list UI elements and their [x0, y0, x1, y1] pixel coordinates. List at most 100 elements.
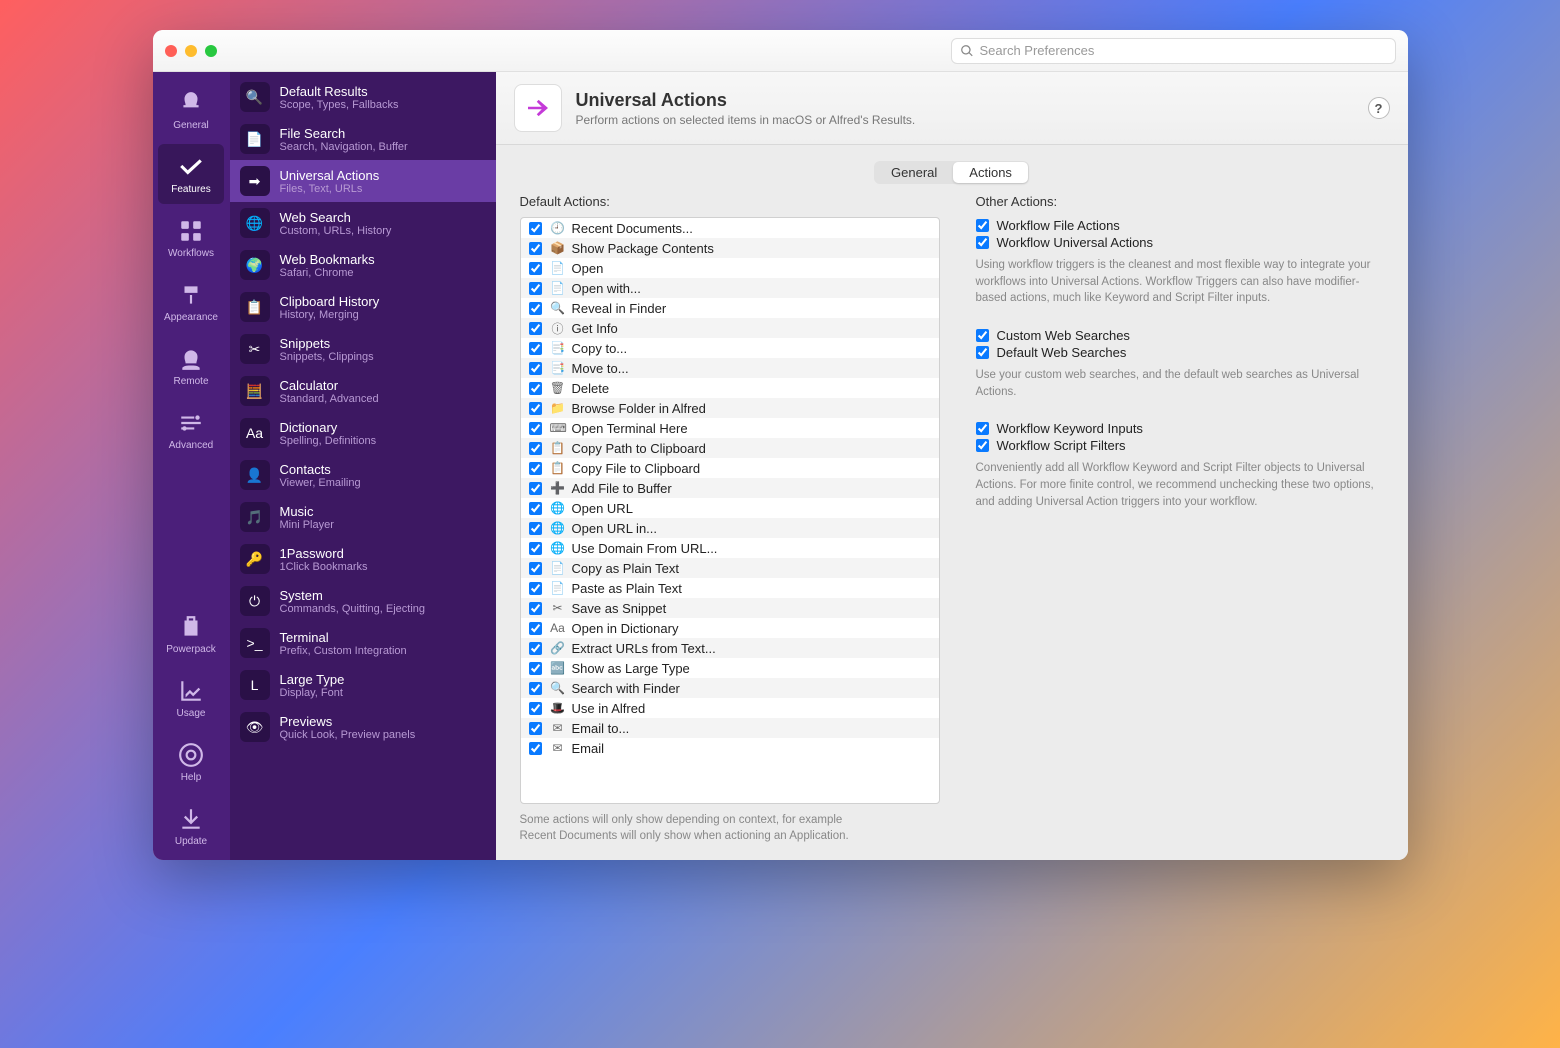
action-checkbox[interactable]	[529, 742, 542, 755]
action-checkbox[interactable]	[529, 702, 542, 715]
sidebar-item-previews[interactable]: 👁PreviewsQuick Look, Preview panels	[230, 706, 496, 748]
sidebar-main-general[interactable]: General	[158, 80, 224, 140]
other-action-row[interactable]: Default Web Searches	[976, 344, 1384, 361]
sidebar-item-music[interactable]: 🎵MusicMini Player	[230, 496, 496, 538]
other-action-checkbox[interactable]	[976, 422, 989, 435]
action-checkbox[interactable]	[529, 362, 542, 375]
action-checkbox[interactable]	[529, 722, 542, 735]
other-action-row[interactable]: Workflow Keyword Inputs	[976, 420, 1384, 437]
action-row[interactable]: 📦Show Package Contents	[521, 238, 939, 258]
sidebar-item-calculator[interactable]: 🧮CalculatorStandard, Advanced	[230, 370, 496, 412]
action-row[interactable]: 📋Copy File to Clipboard	[521, 458, 939, 478]
action-row[interactable]: 🌐Open URL	[521, 498, 939, 518]
sidebar-item-terminal[interactable]: >_TerminalPrefix, Custom Integration	[230, 622, 496, 664]
action-checkbox[interactable]	[529, 462, 542, 475]
action-checkbox[interactable]	[529, 242, 542, 255]
sidebar-main-usage[interactable]: Usage	[158, 668, 224, 728]
sidebar-item-file-search[interactable]: 📄File SearchSearch, Navigation, Buffer	[230, 118, 496, 160]
other-action-row[interactable]: Workflow File Actions	[976, 217, 1384, 234]
minimize-window-button[interactable]	[185, 45, 197, 57]
action-row[interactable]: 🎩Use in Alfred	[521, 698, 939, 718]
action-checkbox[interactable]	[529, 222, 542, 235]
other-action-row[interactable]: Custom Web Searches	[976, 327, 1384, 344]
sidebar-item-1password[interactable]: 🔑1Password1Click Bookmarks	[230, 538, 496, 580]
sidebar-main-workflows[interactable]: Workflows	[158, 208, 224, 268]
other-action-checkbox[interactable]	[976, 219, 989, 232]
zoom-window-button[interactable]	[205, 45, 217, 57]
other-action-checkbox[interactable]	[976, 346, 989, 359]
sidebar-item-system[interactable]: ⏻SystemCommands, Quitting, Ejecting	[230, 580, 496, 622]
sidebar-item-web-bookmarks[interactable]: 🌍Web BookmarksSafari, Chrome	[230, 244, 496, 286]
action-checkbox[interactable]	[529, 422, 542, 435]
other-action-row[interactable]: Workflow Script Filters	[976, 437, 1384, 454]
action-checkbox[interactable]	[529, 662, 542, 675]
action-checkbox[interactable]	[529, 682, 542, 695]
action-row[interactable]: 🗑Delete	[521, 378, 939, 398]
action-checkbox[interactable]	[529, 342, 542, 355]
other-action-checkbox[interactable]	[976, 439, 989, 452]
sidebar-item-dictionary[interactable]: AaDictionarySpelling, Definitions	[230, 412, 496, 454]
action-row[interactable]: ➕Add File to Buffer	[521, 478, 939, 498]
action-row[interactable]: ⓘGet Info	[521, 318, 939, 338]
action-row[interactable]: 🔤Show as Large Type	[521, 658, 939, 678]
sidebar-item-universal-actions[interactable]: ➡Universal ActionsFiles, Text, URLs	[230, 160, 496, 202]
action-row[interactable]: 📋Copy Path to Clipboard	[521, 438, 939, 458]
action-checkbox[interactable]	[529, 442, 542, 455]
tab-general[interactable]: General	[875, 162, 953, 183]
sidebar-main-advanced[interactable]: Advanced	[158, 400, 224, 460]
action-row[interactable]: 📄Open with...	[521, 278, 939, 298]
action-checkbox[interactable]	[529, 262, 542, 275]
action-row[interactable]: 📄Copy as Plain Text	[521, 558, 939, 578]
sidebar-main-appearance[interactable]: Appearance	[158, 272, 224, 332]
action-row[interactable]: 🌐Use Domain From URL...	[521, 538, 939, 558]
sidebar-main-features[interactable]: Features	[158, 144, 224, 204]
action-row[interactable]: 🔍Search with Finder	[521, 678, 939, 698]
default-actions-list[interactable]: 🕘Recent Documents...📦Show Package Conten…	[520, 217, 940, 804]
sidebar-item-contacts[interactable]: 👤ContactsViewer, Emailing	[230, 454, 496, 496]
action-checkbox[interactable]	[529, 602, 542, 615]
sidebar-item-default-results[interactable]: 🔍Default ResultsScope, Types, Fallbacks	[230, 76, 496, 118]
sidebar-item-clipboard-history[interactable]: 📋Clipboard HistoryHistory, Merging	[230, 286, 496, 328]
sidebar-item-web-search[interactable]: 🌐Web SearchCustom, URLs, History	[230, 202, 496, 244]
search-preferences-field[interactable]: Search Preferences	[951, 38, 1396, 64]
action-checkbox[interactable]	[529, 402, 542, 415]
close-window-button[interactable]	[165, 45, 177, 57]
action-checkbox[interactable]	[529, 642, 542, 655]
tab-actions[interactable]: Actions	[953, 162, 1028, 183]
action-checkbox[interactable]	[529, 562, 542, 575]
action-checkbox[interactable]	[529, 322, 542, 335]
action-checkbox[interactable]	[529, 582, 542, 595]
action-checkbox[interactable]	[529, 282, 542, 295]
action-checkbox[interactable]	[529, 502, 542, 515]
action-row[interactable]: 📄Open	[521, 258, 939, 278]
other-action-checkbox[interactable]	[976, 329, 989, 342]
other-action-row[interactable]: Workflow Universal Actions	[976, 234, 1384, 251]
action-row[interactable]: 📑Copy to...	[521, 338, 939, 358]
action-row[interactable]: 🔍Reveal in Finder	[521, 298, 939, 318]
action-row[interactable]: 🌐Open URL in...	[521, 518, 939, 538]
action-row[interactable]: ✂Save as Snippet	[521, 598, 939, 618]
action-row[interactable]: 📄Paste as Plain Text	[521, 578, 939, 598]
action-row[interactable]: 🔗Extract URLs from Text...	[521, 638, 939, 658]
action-row[interactable]: 📁Browse Folder in Alfred	[521, 398, 939, 418]
help-button[interactable]: ?	[1368, 97, 1390, 119]
action-row[interactable]: 🕘Recent Documents...	[521, 218, 939, 238]
action-checkbox[interactable]	[529, 382, 542, 395]
action-row[interactable]: AaOpen in Dictionary	[521, 618, 939, 638]
action-row[interactable]: ✉Email	[521, 738, 939, 758]
sidebar-main-powerpack[interactable]: Powerpack	[158, 604, 224, 664]
action-checkbox[interactable]	[529, 482, 542, 495]
action-row[interactable]: ✉Email to...	[521, 718, 939, 738]
action-checkbox[interactable]	[529, 302, 542, 315]
sidebar-item-snippets[interactable]: ✂SnippetsSnippets, Clippings	[230, 328, 496, 370]
action-row[interactable]: 📑Move to...	[521, 358, 939, 378]
action-checkbox[interactable]	[529, 622, 542, 635]
sidebar-main-update[interactable]: Update	[158, 796, 224, 856]
action-checkbox[interactable]	[529, 522, 542, 535]
other-action-checkbox[interactable]	[976, 236, 989, 249]
sidebar-main-remote[interactable]: Remote	[158, 336, 224, 396]
sidebar-item-large-type[interactable]: LLarge TypeDisplay, Font	[230, 664, 496, 706]
sidebar-main-help[interactable]: Help	[158, 732, 224, 792]
action-checkbox[interactable]	[529, 542, 542, 555]
action-row[interactable]: ⌨Open Terminal Here	[521, 418, 939, 438]
